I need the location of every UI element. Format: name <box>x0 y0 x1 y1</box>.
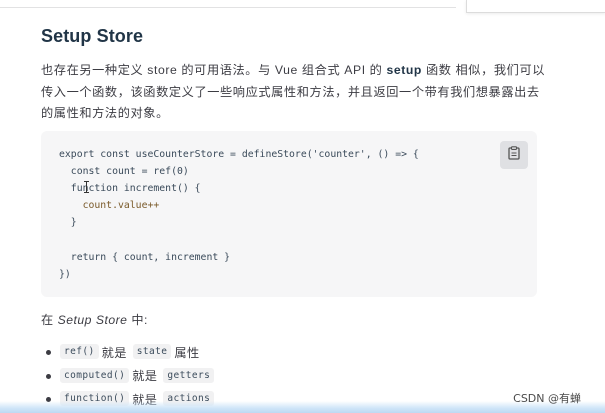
floating-panel <box>466 0 605 13</box>
intro-paragraph: 也存在另一种定义 store 的可用语法。与 Vue 组合式 API 的 set… <box>41 60 546 125</box>
code-line: return { count, increment } <box>59 251 231 263</box>
list-word: 就是 <box>132 369 158 384</box>
subheading-emphasis: Setup Store <box>57 313 128 327</box>
code-content: export const useCounterStore = defineSto… <box>59 146 419 283</box>
code-line: count.value++ <box>59 200 160 212</box>
subheading: 在 Setup Store 中: <box>41 310 148 328</box>
text-cursor <box>84 181 89 193</box>
top-divider <box>0 7 456 8</box>
code-line: }) <box>59 268 71 280</box>
inline-code: computed() <box>60 367 130 383</box>
inline-code: ref() <box>60 344 99 360</box>
subheading-prefix: 在 <box>41 313 58 327</box>
code-block: export const useCounterStore = defineSto… <box>41 131 537 297</box>
code-line: } <box>59 217 77 229</box>
inline-code: getters <box>163 367 215 383</box>
list-suffix: 属性 <box>174 345 200 360</box>
code-line: const count = ref(0) <box>59 166 189 178</box>
list-item: ref() 就是 state 属性 <box>44 340 217 364</box>
code-line: export const useCounterStore = defineSto… <box>59 149 419 160</box>
section-title: Setup Store <box>41 26 144 46</box>
mapping-list: ref() 就是 state 属性 computed() 就是 getters … <box>44 340 217 411</box>
watermark: CSDN @有蝉 <box>513 392 581 405</box>
list-item: computed() 就是 getters <box>44 364 217 388</box>
intro-text-before: 也存在另一种定义 store 的可用语法。与 Vue 组合式 API 的 <box>41 63 387 77</box>
list-word: 就是 <box>101 345 127 360</box>
inline-code: state <box>132 344 172 360</box>
subheading-suffix: 中: <box>127 313 148 327</box>
copy-code-button[interactable] <box>500 141 528 169</box>
code-line: function increment() { <box>59 183 201 195</box>
intro-setup-keyword: setup <box>386 63 422 77</box>
clipboard-icon <box>508 145 520 165</box>
